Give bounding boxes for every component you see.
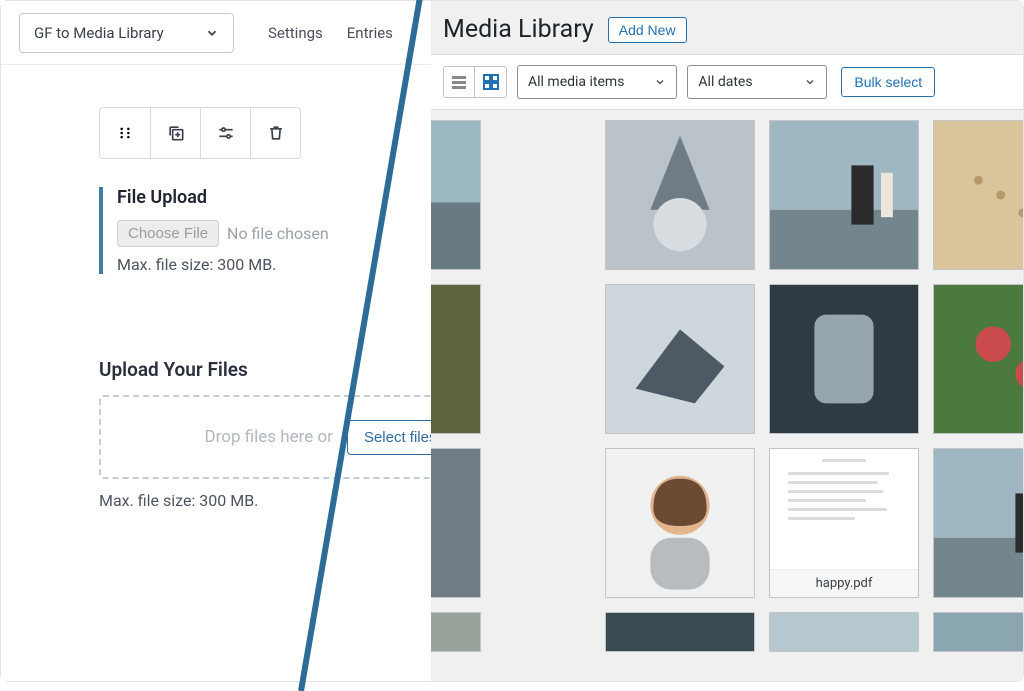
nav-settings[interactable]: Settings [268, 24, 323, 42]
media-thumb[interactable] [769, 612, 919, 652]
media-image-icon [606, 449, 754, 597]
media-library-panel: Media Library Add New All media items Al… [431, 1, 1023, 681]
media-image-icon [606, 285, 754, 433]
media-thumb[interactable] [605, 612, 755, 652]
delete-button[interactable] [250, 108, 300, 158]
media-thumb[interactable] [769, 284, 919, 434]
media-filter-bar: All media items All dates Bulk select [431, 54, 1023, 110]
field-title: File Upload [117, 187, 431, 208]
media-header: Media Library Add New [431, 1, 1023, 54]
dropzone-text: Drop files here or [205, 427, 333, 447]
chevron-down-icon [654, 76, 666, 88]
media-grid: happy.pdf [431, 110, 1023, 652]
form-selector-dropdown[interactable]: GF to Media Library [19, 13, 234, 53]
media-thumb[interactable] [933, 120, 1023, 270]
media-image-icon [431, 285, 480, 433]
media-image-icon [431, 121, 480, 269]
media-image-icon [770, 285, 918, 433]
media-image-icon [934, 121, 1023, 269]
media-thumb[interactable] [769, 120, 919, 270]
drag-handle-icon [115, 123, 135, 143]
list-view-icon [450, 73, 468, 91]
form-editor-header: GF to Media Library Settings Entries [1, 1, 431, 65]
media-image-icon [934, 613, 1023, 651]
media-thumb[interactable] [431, 448, 481, 598]
media-image-icon [770, 613, 918, 651]
bulk-select-button[interactable]: Bulk select [841, 67, 935, 97]
media-thumb[interactable] [605, 448, 755, 598]
trash-icon [266, 123, 286, 143]
media-image-icon [606, 121, 754, 269]
page-title: Media Library [443, 15, 594, 44]
drag-handle-button[interactable] [100, 108, 150, 158]
chevron-down-icon [205, 26, 219, 40]
field-toolbar [99, 107, 301, 159]
grid-view-button[interactable] [475, 66, 507, 98]
duplicate-icon [166, 123, 186, 143]
date-filter[interactable]: All dates [687, 65, 827, 99]
duplicate-button[interactable] [150, 108, 200, 158]
media-thumb[interactable] [933, 284, 1023, 434]
add-new-button[interactable]: Add New [608, 17, 687, 43]
document-filename: happy.pdf [770, 569, 918, 597]
sliders-icon [216, 123, 236, 143]
media-image-icon [934, 449, 1023, 597]
media-thumb[interactable] [431, 284, 481, 434]
form-selector-label: GF to Media Library [34, 24, 164, 42]
list-view-button[interactable] [443, 66, 475, 98]
no-file-label: No file chosen [227, 224, 329, 243]
media-image-icon [431, 613, 480, 651]
media-thumb[interactable] [431, 612, 481, 652]
media-thumb[interactable] [933, 448, 1023, 598]
nav-entries[interactable]: Entries [347, 24, 393, 42]
media-image-icon [770, 121, 918, 269]
choose-file-button[interactable]: Choose File [117, 220, 219, 247]
media-thumb[interactable] [933, 612, 1023, 652]
document-preview [770, 449, 918, 569]
form-nav: Settings Entries [268, 24, 393, 42]
media-image-icon [431, 449, 480, 597]
media-type-filter[interactable]: All media items [517, 65, 677, 99]
media-thumb[interactable] [605, 284, 755, 434]
media-image-icon [606, 613, 754, 651]
settings-button[interactable] [200, 108, 250, 158]
media-thumb-document[interactable]: happy.pdf [769, 448, 919, 598]
media-type-filter-label: All media items [528, 74, 624, 90]
view-toggle [443, 66, 507, 98]
chevron-down-icon [804, 76, 816, 88]
media-image-icon [934, 285, 1023, 433]
media-thumb[interactable] [431, 120, 481, 270]
grid-view-icon [482, 73, 500, 91]
date-filter-label: All dates [698, 74, 752, 90]
media-thumb[interactable] [605, 120, 755, 270]
